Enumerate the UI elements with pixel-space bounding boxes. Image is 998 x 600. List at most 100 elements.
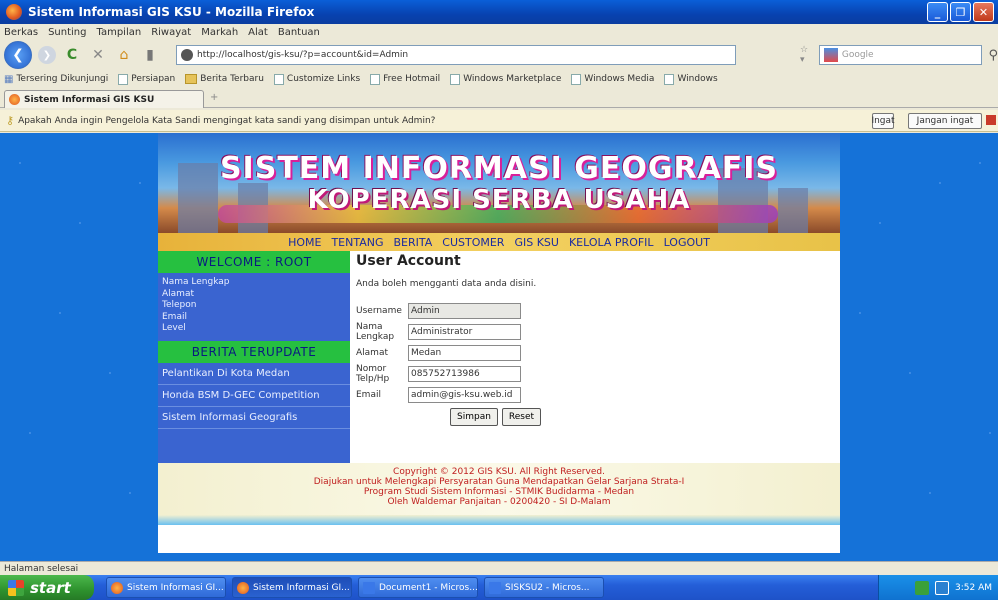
menu-berkas[interactable]: Berkas [4,27,38,38]
form-row-username: Username Admin [356,301,836,320]
stop-icon[interactable]: ✕ [88,45,108,65]
most-visited-icon: ▦ [4,73,14,85]
bookmark-item[interactable]: ▦ Tersering Dikunjungi [4,74,108,85]
notification-close-icon[interactable] [986,115,996,125]
save-button[interactable]: Simpan [450,408,498,426]
site-footer: Copyright © 2012 GIS KSU. All Right Rese… [158,463,840,515]
form-row-phone: Nomor Telp/Hp 085752713986 [356,363,836,384]
bookmark-label: Persiapan [131,74,176,84]
page-icon [370,73,381,85]
bookmark-item[interactable]: Windows [664,73,718,85]
window-controls: _ ❐ ✕ [927,2,994,22]
never-remember-button[interactable]: Jangan ingat [908,113,982,129]
taskbar-item[interactable]: Document1 - Micros... [358,577,478,598]
page-icon [273,73,284,85]
bar-chart-icon[interactable]: ▮ [140,45,160,65]
news-item-link[interactable]: Honda BSM D-GEC Competition [158,385,350,407]
taskbar-item[interactable]: Sistem Informasi GI... [232,577,352,598]
password-notification-bar: ⚷ Apakah Anda ingin Pengelola Kata Sandi… [0,110,998,132]
site-identity-icon[interactable] [181,49,193,61]
menu-riwayat[interactable]: Riwayat [151,27,191,38]
minimize-button[interactable]: _ [927,2,948,22]
page-viewport: SISTEM INFORMASI GEOGRAFIS KOPERASI SERB… [0,133,998,561]
nav-tentang-link[interactable]: TENTANG [331,236,383,249]
remember-button[interactable]: Ingat [871,113,895,129]
network-icon[interactable] [935,580,949,595]
firefox-icon [111,581,123,594]
reset-button[interactable]: Reset [501,408,542,426]
fullname-label: Nama Lengkap [356,321,395,342]
taskbar-item[interactable]: SISKSU2 - Micros... [484,577,604,598]
form-row-email: Email admin@gis-ksu.web.id [356,385,836,404]
site-banner: SISTEM INFORMASI GEOGRAFIS KOPERASI SERB… [158,133,840,233]
bookmark-label: Windows Marketplace [463,74,562,84]
bookmark-label: Berita Terbaru [200,74,264,84]
news-item-link[interactable]: Pelantikan Di Kota Medan [158,363,350,385]
close-button[interactable]: ✕ [973,2,994,22]
bookmark-item[interactable]: Customize Links [273,73,360,85]
nav-gis-ksu-link[interactable]: GIS KSU [514,236,559,249]
email-field[interactable]: admin@gis-ksu.web.id [408,386,521,403]
profile-item: Email [162,311,187,322]
page-icon [571,73,582,85]
bookmark-star-icon[interactable]: ☆ ▾ [800,45,815,65]
reload-icon[interactable]: C [62,45,82,65]
nav-home-link[interactable]: HOME [288,236,321,249]
menu-alat[interactable]: Alat [248,27,268,38]
bookmark-item[interactable]: Free Hotmail [370,73,440,85]
menu-bantuan[interactable]: Bantuan [278,27,320,38]
footer-line: Program Studi Sistem Informasi - STMIK B… [363,487,635,497]
footer-line: Copyright © 2012 GIS KSU. All Right Rese… [393,467,605,477]
windows-taskbar: start Sistem Informasi GI... Sistem Info… [0,575,998,600]
search-input[interactable]: Google [818,45,983,65]
fullname-field[interactable]: Administrator [408,323,521,340]
start-button[interactable]: start [0,575,94,600]
search-engine-icon[interactable] [823,48,838,62]
site-sidebar: WELCOME : ROOT Nama Lengkap Alamat Telep… [158,251,350,463]
welcome-header: WELCOME : ROOT [158,251,350,273]
new-tab-button[interactable]: + [210,92,226,106]
bookmark-label: Windows [677,74,718,84]
bookmark-item[interactable]: Windows Media [571,73,655,85]
nav-logout-link[interactable]: LOGOUT [664,236,710,249]
profile-item: Alamat [162,288,194,299]
home-icon[interactable]: ⌂ [114,45,134,65]
address-field[interactable]: Medan [408,344,521,361]
tab-label: Sistem Informasi GIS KSU [24,94,155,105]
news-item-link[interactable]: Sistem Informasi Geografis [158,407,350,429]
page-icon [450,73,461,85]
bookmark-label: Windows Media [584,74,655,84]
profile-item: Level [162,323,186,333]
taskbar-item[interactable]: Sistem Informasi GI... [106,577,226,598]
username-field[interactable]: Admin [408,302,521,319]
bookmark-item[interactable]: Persiapan [118,73,176,85]
url-bar[interactable]: http://localhost/gis-ksu/?p=account&id=A… [176,45,736,65]
email-label: Email [356,389,381,400]
status-text: Halaman selesai [4,563,79,574]
menu-sunting[interactable]: Sunting [48,27,86,38]
tab-sistem-informasi[interactable]: Sistem Informasi GIS KSU [4,90,204,108]
news-header: BERITA TERUPDATE [158,340,350,363]
nav-customer-link[interactable]: CUSTOMER [442,236,504,249]
tray-app-icon[interactable] [915,580,929,595]
bookmark-item[interactable]: Windows Marketplace [450,73,562,85]
bookmark-item[interactable]: Berita Terbaru [185,74,264,84]
menu-tampilan[interactable]: Tampilan [97,27,142,38]
nav-berita-link[interactable]: BERITA [393,236,432,249]
nav-toolbar: ❮ ❯ C ✕ ⌂ ▮ http://localhost/gis-ksu/?p=… [0,40,998,70]
firefox-icon [237,581,249,594]
url-bar-right: ☆ ▾ Google ⚲ [800,45,998,65]
back-button[interactable]: ❮ [4,41,32,69]
folder-icon [185,74,198,84]
nav-kelola-profil-link[interactable]: KELOLA PROFIL [569,236,654,249]
search-icon[interactable]: ⚲ [988,48,998,63]
banner-title-line1: SISTEM INFORMASI GEOGRAFIS [219,151,779,186]
menu-markah[interactable]: Markah [201,27,238,38]
phone-label: Nomor Telp/Hp [356,363,390,384]
maximize-button[interactable]: ❐ [950,2,971,22]
phone-field[interactable]: 085752713986 [408,365,521,382]
forward-button[interactable]: ❯ [38,46,56,64]
key-icon: ⚷ [6,114,15,127]
page-icon [118,73,129,85]
tab-favicon-icon [9,94,20,105]
